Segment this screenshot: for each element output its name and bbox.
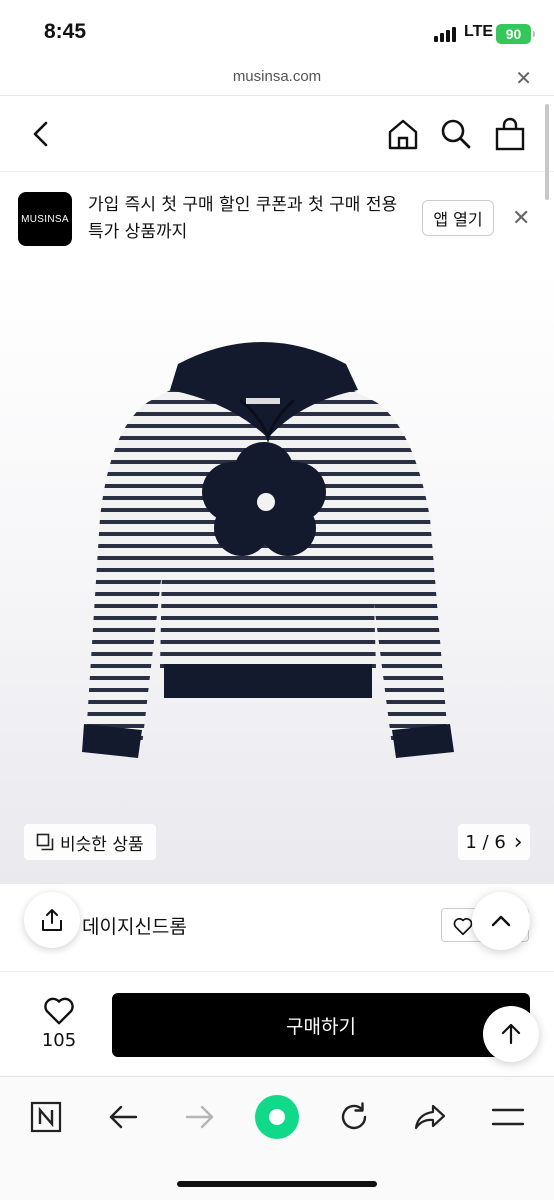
search-icon[interactable] — [436, 114, 476, 154]
brand-row: 데이지신드롬 — [0, 884, 554, 972]
refresh-icon[interactable] — [332, 1095, 376, 1139]
scrollbar[interactable] — [545, 104, 549, 200]
back-icon[interactable] — [22, 114, 62, 154]
network-type: LTE — [464, 23, 494, 40]
similar-products-label: 비슷한 상품 — [60, 834, 144, 855]
banner-text: 가입 즉시 첫 구매 할인 쿠폰과 첫 구매 전용 특가 상품까지 — [88, 195, 398, 242]
arrow-up-icon — [501, 1023, 521, 1045]
cart-icon[interactable] — [490, 114, 530, 154]
scroll-top-button[interactable] — [483, 1006, 539, 1062]
back-arrow-icon[interactable] — [101, 1095, 145, 1139]
green-dot-icon[interactable] — [251, 1091, 303, 1143]
similar-products-button[interactable]: 비슷한 상품 — [24, 824, 156, 860]
chevron-up-icon — [491, 915, 511, 927]
buy-button[interactable]: 구매하기 — [112, 993, 530, 1057]
signal-icon — [434, 26, 460, 42]
home-icon[interactable] — [383, 114, 423, 154]
share-button[interactable] — [24, 892, 80, 948]
like-button[interactable] — [42, 994, 76, 1030]
forward-arrow-icon — [178, 1095, 222, 1139]
site-header — [0, 96, 554, 172]
status-bar: 8:45 LTE 90 — [0, 0, 554, 64]
close-icon[interactable]: ✕ — [515, 66, 532, 90]
chevron-right-icon: › — [513, 829, 523, 855]
naver-home-icon[interactable] — [24, 1095, 68, 1139]
home-indicator — [177, 1181, 377, 1187]
menu-icon[interactable] — [486, 1095, 530, 1139]
url-bar[interactable]: musinsa.com ✕ — [0, 64, 554, 96]
browser-toolbar — [0, 1076, 554, 1200]
like-count: 105 — [41, 1030, 77, 1051]
share-arrow-icon[interactable] — [408, 1095, 452, 1139]
product-image[interactable]: 비슷한 상품 1 / 6 › — [0, 268, 554, 884]
status-time: 8:45 — [44, 20, 87, 43]
app-download-banner: MUSINSA 가입 즉시 첫 구매 할인 쿠폰과 첫 구매 전용 특가 상품까… — [0, 172, 554, 268]
brand-name[interactable]: 데이지신드롬 — [82, 912, 187, 939]
collapse-button[interactable] — [472, 892, 530, 950]
heart-icon — [453, 918, 473, 936]
heart-icon — [44, 997, 74, 1025]
purchase-bar: 105 구매하기 — [0, 972, 554, 1076]
open-app-button[interactable]: 앱 열기 — [422, 200, 494, 236]
musinsa-logo: MUSINSA — [18, 192, 72, 246]
close-icon[interactable]: ✕ — [512, 206, 530, 231]
image-page-indicator[interactable]: 1 / 6 › — [458, 824, 530, 860]
copy-icon — [36, 833, 54, 851]
sweater-image — [82, 342, 454, 758]
share-icon — [42, 909, 62, 931]
battery-icon: 90 — [496, 24, 535, 44]
page-counter: 1 / 6 — [465, 831, 506, 853]
url-text[interactable]: musinsa.com — [0, 68, 554, 85]
